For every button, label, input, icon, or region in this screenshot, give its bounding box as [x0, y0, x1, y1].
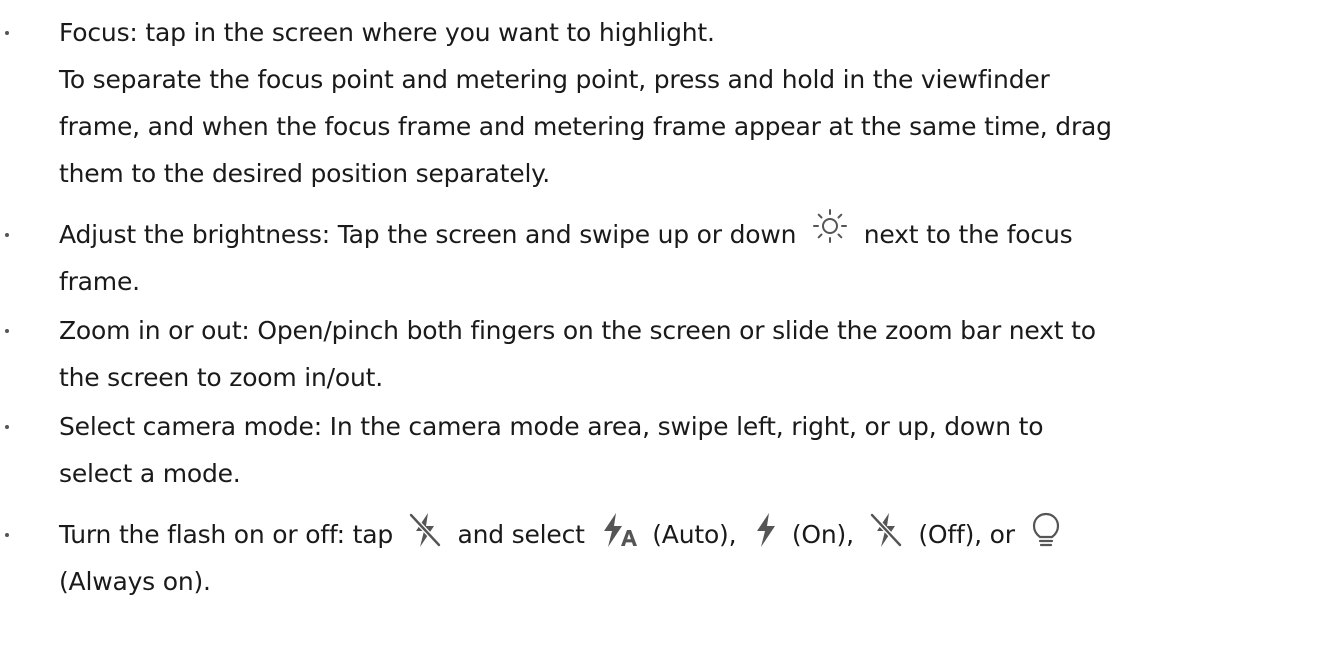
text-line: Select camera mode: In the camera mode a…	[59, 412, 1044, 441]
list-item-focus: Focus: tap in the screen where you want …	[0, 9, 1329, 197]
bullet-dot	[5, 425, 9, 429]
text-line: Turn the flash on or off: tap and select…	[59, 511, 1329, 558]
text-segment: next to the focus	[856, 220, 1073, 249]
text-segment: (Auto),	[652, 520, 745, 549]
list-item-camera-mode: Select camera mode: In the camera mode a…	[0, 403, 1329, 497]
document: Focus: tap in the screen where you want …	[0, 0, 1329, 670]
text-line: frame.	[59, 267, 140, 296]
flash-off-icon	[407, 510, 443, 550]
text-line: them to the desired position separately.	[59, 159, 550, 188]
bullet-dot	[5, 329, 9, 333]
flash-off-icon	[868, 510, 904, 550]
text-line: select a mode.	[59, 459, 241, 488]
bullet-list: Focus: tap in the screen where you want …	[0, 9, 1329, 605]
list-item-brightness: Adjust the brightness: Tap the screen an…	[0, 209, 1329, 305]
text-line: the screen to zoom in/out.	[59, 363, 383, 392]
text-segment: Turn the flash on or off: tap	[59, 520, 401, 549]
text-line: (Always on).	[59, 567, 211, 596]
list-item-zoom: Zoom in or out: Open/pinch both fingers …	[0, 307, 1329, 401]
bulb-icon	[1031, 510, 1061, 550]
flash-on-icon	[754, 510, 776, 550]
text-segment: and select	[449, 520, 593, 549]
text-line: frame, and when the focus frame and mete…	[59, 112, 1112, 141]
text-line: Adjust the brightness: Tap the screen an…	[59, 209, 1329, 258]
list-item-flash: Turn the flash on or off: tap and select…	[0, 511, 1329, 605]
text-line: Zoom in or out: Open/pinch both fingers …	[59, 316, 1096, 345]
flash-auto-icon	[599, 510, 639, 550]
text-segment: Adjust the brightness: Tap the screen an…	[59, 220, 804, 249]
bullet-dot	[5, 233, 9, 237]
text-segment: (Off), or	[910, 520, 1023, 549]
bullet-dot	[5, 533, 9, 537]
sun-icon	[810, 206, 850, 246]
text-line: Focus: tap in the screen where you want …	[59, 18, 715, 47]
bullet-dot	[5, 31, 9, 35]
text-segment: (On),	[784, 520, 862, 549]
text-line: To separate the focus point and metering…	[59, 65, 1050, 94]
